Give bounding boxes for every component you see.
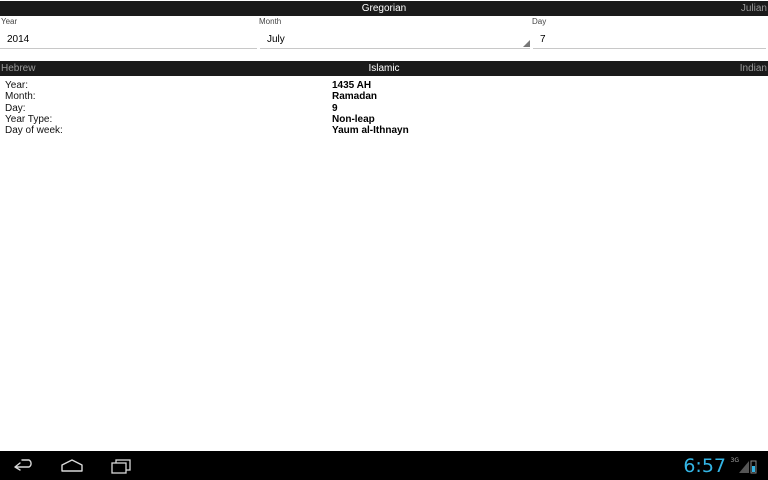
conversion-results: Year: 1435 AH Month: Ramadan Day: 9 Year…: [0, 80, 768, 136]
day-label: Day: [532, 17, 547, 26]
result-label: Year Type:: [5, 113, 53, 125]
status-clock: 6:57: [683, 455, 726, 477]
month-spinner-value: July: [267, 34, 285, 45]
recent-apps-icon[interactable]: [109, 457, 133, 475]
day-input[interactable]: 7: [533, 30, 766, 49]
result-value: Yaum al-Ithnayn: [332, 125, 409, 137]
month-label: Month: [259, 17, 282, 26]
spinner-arrow-icon: [523, 40, 530, 47]
result-value: 9: [332, 102, 338, 114]
result-label: Day:: [5, 102, 26, 114]
back-icon[interactable]: [12, 457, 36, 475]
month-spinner[interactable]: July: [260, 30, 530, 49]
result-row: Year Type: Non-leap: [0, 114, 768, 125]
signal-icon: [738, 458, 758, 474]
tab-gregorian[interactable]: Gregorian: [0, 2, 768, 15]
result-label: Year:: [5, 80, 28, 91]
year-input[interactable]: 2014: [0, 30, 257, 49]
tab-indian[interactable]: Indian: [740, 62, 767, 75]
battery-icon: [752, 466, 755, 472]
result-row: Day: 9: [0, 103, 768, 114]
home-icon[interactable]: [60, 457, 84, 475]
result-row: Month: Ramadan: [0, 91, 768, 102]
result-row: Year: 1435 AH: [0, 80, 768, 91]
result-value: 1435 AH: [332, 80, 372, 91]
system-navbar: [0, 451, 768, 480]
result-row: Day of week: Yaum al-Ithnayn: [0, 125, 768, 136]
year-label: Year: [1, 17, 18, 26]
result-label: Month:: [5, 91, 36, 103]
result-label: Day of week:: [5, 125, 63, 137]
result-value: Ramadan: [332, 91, 378, 103]
target-calendar-tabbar: Islamic Hebrew Indian: [0, 61, 768, 76]
tab-julian[interactable]: Julian: [741, 2, 767, 15]
source-calendar-tabbar: Gregorian Julian: [0, 1, 768, 16]
result-value: Non-leap: [332, 113, 375, 125]
tab-hebrew[interactable]: Hebrew: [1, 62, 35, 75]
tab-islamic[interactable]: Islamic: [0, 62, 768, 75]
